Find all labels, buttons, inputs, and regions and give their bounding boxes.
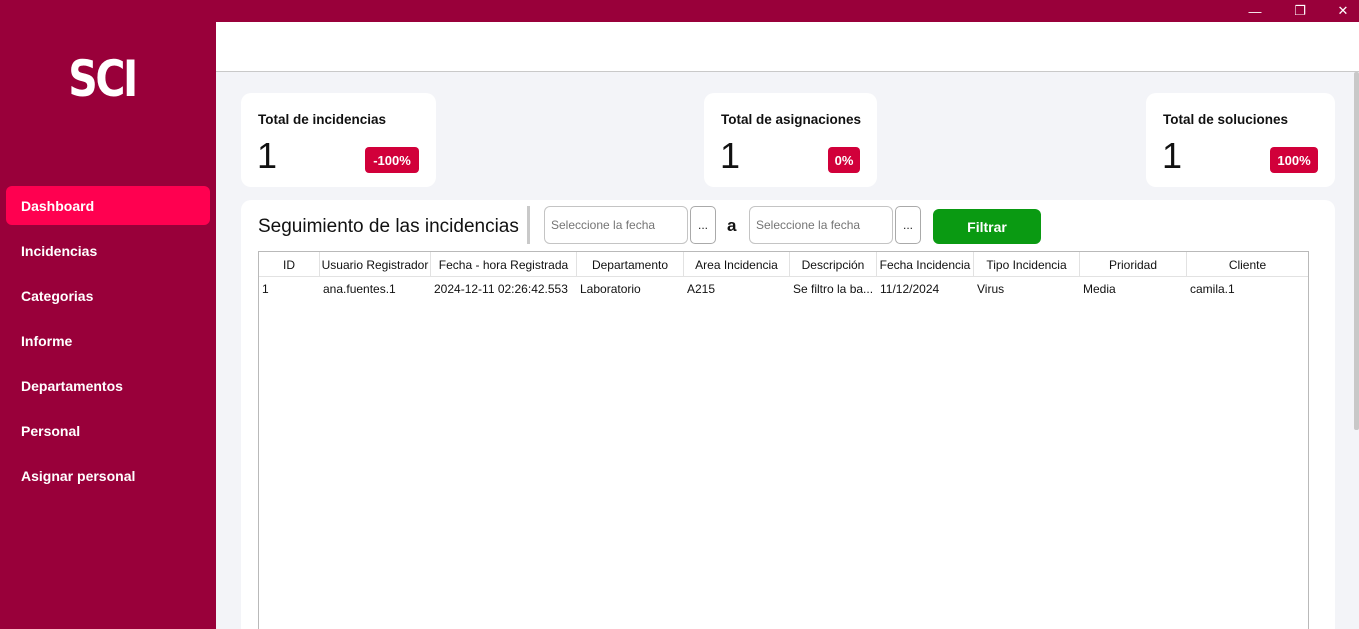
table-cell: A215 xyxy=(687,282,716,296)
table-cell: Laboratorio xyxy=(580,282,641,296)
incidents-table[interactable]: ID Usuario Registrador Fecha - hora Regi… xyxy=(258,251,1309,629)
sidebar-item-label: Informe xyxy=(21,332,73,349)
table-cell: 11/12/2024 xyxy=(880,282,940,296)
stat-value: 1 xyxy=(257,135,278,176)
sidebar-item-label: Departamentos xyxy=(21,377,123,394)
status-badge: 100% xyxy=(1270,147,1318,173)
date-from-picker-button[interactable]: ... xyxy=(690,206,716,244)
stat-value: 1 xyxy=(1162,135,1183,176)
column-header-departamento[interactable]: Departamento xyxy=(577,252,684,277)
sidebar-item-asignar-personal[interactable]: Asignar personal xyxy=(6,456,210,495)
minimize-icon[interactable]: — xyxy=(1233,0,1277,22)
column-header-area[interactable]: Area Incidencia xyxy=(684,252,790,277)
date-from-input[interactable] xyxy=(544,206,688,244)
table-cell: Virus xyxy=(977,282,1005,296)
table-row[interactable]: 1 ana.fuentes.1 2024-12-11 02:26:42.553 … xyxy=(259,278,1308,300)
table-cell: Media xyxy=(1083,282,1116,296)
stat-title: Total de incidencias xyxy=(258,112,387,127)
app-logo: SCI xyxy=(68,50,138,108)
sidebar-item-label: Dashboard xyxy=(21,197,95,214)
panel-title: Seguimiento de las incidencias xyxy=(258,216,519,237)
sidebar-item-label: Incidencias xyxy=(21,242,98,259)
stat-title: Total de soluciones xyxy=(1163,112,1289,127)
column-header-fecha-registrada[interactable]: Fecha - hora Registrada xyxy=(431,252,577,277)
date-range-separator: a xyxy=(727,216,737,235)
main-content: Total de incidencias 1 -100% Total de as… xyxy=(216,72,1359,629)
stat-card-soluciones: Total de soluciones 1 100% xyxy=(1146,93,1335,187)
top-bar xyxy=(216,22,1359,72)
sidebar-item-categorias[interactable]: Categorias xyxy=(6,276,210,315)
filter-button[interactable]: Filtrar xyxy=(933,209,1041,244)
table-cell: 1 xyxy=(262,282,269,296)
column-header-tipo[interactable]: Tipo Incidencia xyxy=(974,252,1080,277)
column-header-cliente[interactable]: Cliente xyxy=(1187,252,1308,277)
divider xyxy=(527,206,530,244)
column-header-prioridad[interactable]: Prioridad xyxy=(1080,252,1187,277)
stat-value: 1 xyxy=(720,135,741,176)
date-to-input[interactable] xyxy=(749,206,893,244)
table-cell: 2024-12-11 02:26:42.553 xyxy=(434,282,568,296)
sidebar-item-label: Personal xyxy=(21,422,81,439)
table-header: ID Usuario Registrador Fecha - hora Regi… xyxy=(259,252,1308,277)
maximize-icon[interactable]: ❐ xyxy=(1278,0,1322,22)
status-badge: -100% xyxy=(365,147,419,173)
sidebar-item-informe[interactable]: Informe xyxy=(6,321,210,360)
stat-card-incidencias: Total de incidencias 1 -100% xyxy=(241,93,436,187)
stat-title: Total de asignaciones xyxy=(721,112,862,127)
vertical-scrollbar[interactable] xyxy=(1354,72,1359,430)
sidebar-item-incidencias[interactable]: Incidencias xyxy=(6,231,210,270)
sidebar-item-dashboard[interactable]: Dashboard xyxy=(6,186,210,225)
table-cell: ana.fuentes.1 xyxy=(323,282,396,296)
sidebar-item-label: Asignar personal xyxy=(21,467,136,484)
sidebar-item-label: Categorias xyxy=(21,287,94,304)
column-header-usuario[interactable]: Usuario Registrador xyxy=(320,252,431,277)
stat-card-asignaciones: Total de asignaciones 1 0% xyxy=(704,93,877,187)
column-header-id[interactable]: ID xyxy=(259,252,320,277)
column-header-fecha-incidencia[interactable]: Fecha Incidencia xyxy=(877,252,974,277)
column-header-descripcion[interactable]: Descripción xyxy=(790,252,877,277)
close-icon[interactable]: ✕ xyxy=(1321,0,1359,22)
status-badge: 0% xyxy=(828,147,860,173)
sidebar-item-departamentos[interactable]: Departamentos xyxy=(6,366,210,405)
date-to-picker-button[interactable]: ... xyxy=(895,206,921,244)
sidebar-item-personal[interactable]: Personal xyxy=(6,411,210,450)
sidebar: SCI Dashboard Incidencias Categorias Inf… xyxy=(0,22,216,629)
title-bar: — ❐ ✕ xyxy=(0,0,1359,22)
table-cell: camila.1 xyxy=(1190,282,1235,296)
tracking-panel: Seguimiento de las incidencias ... a ...… xyxy=(241,200,1335,629)
table-cell: Se filtro la ba... xyxy=(793,282,874,296)
